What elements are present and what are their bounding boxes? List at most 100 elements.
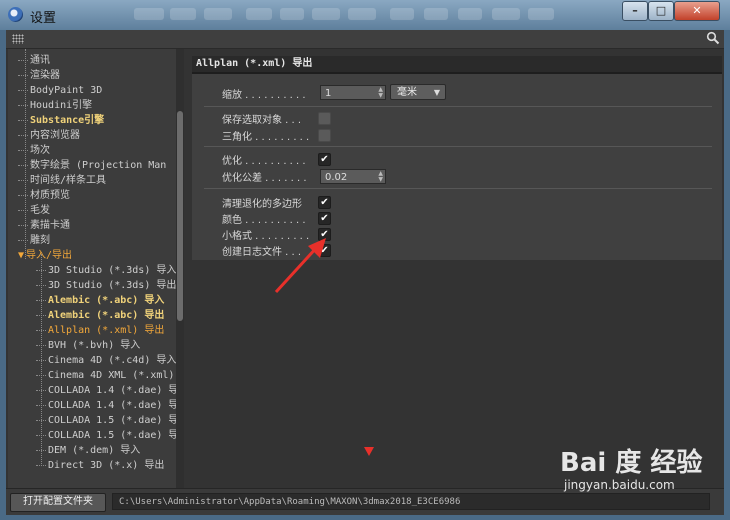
search-icon[interactable] [706, 31, 720, 45]
tolerance-value: 0.02 [325, 172, 348, 183]
tree-item-label: COLLADA 1.4 (*.dae) 导出 [48, 400, 184, 411]
tree-item[interactable]: 场次 [18, 143, 184, 158]
blurred-menu-item [204, 8, 232, 20]
baidu-logo: Bai 度 经验 [560, 448, 703, 478]
title-bar: 设置 – □ ✕ [0, 0, 730, 30]
tree-item-label: COLLADA 1.5 (*.dae) 导入 [48, 415, 184, 426]
window-title: 设置 [30, 11, 57, 26]
tree-item[interactable]: 渲染器 [18, 68, 184, 83]
clean-polys-label: 清理退化的多边形 [222, 199, 302, 210]
tree-item[interactable]: 内容浏览器 [18, 128, 184, 143]
tree-item[interactable]: Substance引擎 [18, 113, 184, 128]
blurred-menu-item [280, 8, 304, 20]
tree-item[interactable]: COLLADA 1.4 (*.dae) 导入 [36, 383, 184, 398]
triangulate-checkbox[interactable] [318, 129, 331, 142]
checkmark-icon: ✔ [320, 154, 329, 165]
tree-item[interactable]: 毛发 [18, 203, 184, 218]
watermark-url: jingyan.baidu.com [564, 478, 675, 492]
tree-branch-line [18, 188, 28, 196]
tree-item[interactable]: 3D Studio (*.3ds) 导入 [36, 263, 184, 278]
divider [204, 106, 712, 107]
tree-item-label: Allplan (*.xml) 导出 [48, 325, 165, 336]
tree-item-label: Direct 3D (*.x) 导出 [48, 460, 165, 471]
unit-value: 毫米 [397, 87, 417, 98]
tree-item[interactable]: Alembic (*.abc) 导出 [36, 308, 184, 323]
clean-polys-checkbox[interactable]: ✔ [318, 196, 331, 209]
tree-item[interactable]: ▼ 导入/导出 [18, 248, 184, 263]
tree-item[interactable]: 素描卡通 [18, 218, 184, 233]
maximize-button[interactable]: □ [648, 1, 674, 21]
toolbar [6, 30, 724, 49]
blurred-menu-item [528, 8, 554, 20]
tree-branch-line [36, 458, 46, 466]
tree-item-label: Alembic (*.abc) 导入 [48, 295, 165, 306]
tree-item[interactable]: Cinema 4D (*.c4d) 导入 [36, 353, 184, 368]
tree-item-label: Houdini引擎 [30, 100, 93, 111]
keep-selection-checkbox[interactable] [318, 112, 331, 125]
divider [204, 188, 712, 189]
tree-item-label: Cinema 4D XML (*.xml) 导入 [48, 370, 184, 381]
tree-branch-line [18, 68, 28, 76]
tree-item[interactable]: COLLADA 1.5 (*.dae) 导出 [36, 428, 184, 443]
scale-input[interactable]: 1 ▲ ▼ [320, 85, 386, 100]
checkmark-icon: ✔ [320, 213, 329, 224]
tree-branch-line [36, 308, 46, 316]
keep-selection-label: 保存选取对象 . . . [222, 115, 302, 126]
blurred-menu-item [348, 8, 376, 20]
tree-item[interactable]: DEM (*.dem) 导入 [36, 443, 184, 458]
tree-branch-line [36, 368, 46, 376]
expand-arrow-icon[interactable]: ▼ [18, 250, 24, 261]
tree-branch-line [36, 413, 46, 421]
close-button[interactable]: ✕ [674, 1, 720, 21]
tree-branch-line [36, 428, 46, 436]
tree-branch-line [36, 293, 46, 301]
open-config-folder-button[interactable]: 打开配置文件夹 [10, 493, 106, 512]
tree-item[interactable]: BVH (*.bvh) 导入 [36, 338, 184, 353]
spinner-icon[interactable]: ▲ ▼ [378, 171, 383, 183]
tree-branch-line [36, 353, 46, 361]
tree-item-label: 导入/导出 [26, 250, 73, 261]
tree-item[interactable]: 数字绘景 (Projection Man [18, 158, 184, 173]
tree-item[interactable]: 材质预览 [18, 188, 184, 203]
tree-item[interactable]: COLLADA 1.4 (*.dae) 导出 [36, 398, 184, 413]
blurred-menu-item [492, 8, 520, 20]
tree-item[interactable]: 雕刻 [18, 233, 184, 248]
pane-header: Allplan (*.xml) 导出 [192, 56, 722, 74]
divider [204, 146, 712, 147]
tree-item-label: 毛发 [30, 205, 50, 216]
tree-item-label: 内容浏览器 [30, 130, 80, 141]
triangulate-label: 三角化 . . . . . . . . . [222, 132, 310, 143]
tree-vertical-scrollbar[interactable] [176, 49, 184, 489]
spinner-icon[interactable]: ▲ ▼ [378, 87, 383, 99]
scale-value: 1 [325, 88, 332, 99]
tree-item[interactable]: 时间线/样条工具 [18, 173, 184, 188]
tree-item[interactable]: Cinema 4D XML (*.xml) 导入 [36, 368, 184, 383]
tree-item[interactable]: BodyPaint 3D [18, 83, 184, 98]
scrollbar-thumb[interactable] [177, 111, 183, 321]
tree-item[interactable]: COLLADA 1.5 (*.dae) 导入 [36, 413, 184, 428]
tree-item[interactable]: Direct 3D (*.x) 导出 [36, 458, 184, 473]
tree-branch-line [18, 173, 28, 181]
tolerance-input[interactable]: 0.02 ▲ ▼ [320, 169, 386, 184]
grip-icon[interactable] [12, 34, 24, 44]
blurred-menu-item [390, 8, 414, 20]
tree-branch-line [36, 338, 46, 346]
tree-branch-line [18, 203, 28, 211]
tree-item-label: 渲染器 [30, 70, 60, 81]
tree-item-label: 3D Studio (*.3ds) 导出 [48, 280, 177, 291]
tree-item[interactable]: Houdini引擎 [18, 98, 184, 113]
color-checkbox[interactable]: ✔ [318, 212, 331, 225]
optimize-label: 优化 . . . . . . . . . . [222, 156, 306, 167]
tree-item[interactable]: Alembic (*.abc) 导入 [36, 293, 184, 308]
tree-item-label: 雕刻 [30, 235, 50, 246]
tree-item[interactable]: 通讯 [18, 53, 184, 68]
tree-item[interactable]: Allplan (*.xml) 导出 [36, 323, 184, 338]
optimize-checkbox[interactable]: ✔ [318, 153, 331, 166]
minimize-button[interactable]: – [622, 1, 648, 21]
cursor-marker-icon [364, 447, 374, 456]
blurred-menu-item [170, 8, 196, 20]
tree-item[interactable]: 3D Studio (*.3ds) 导出 [36, 278, 184, 293]
checkmark-icon: ✔ [320, 197, 329, 208]
unit-dropdown[interactable]: 毫米 ▼ [390, 84, 446, 100]
tree-branch-line [18, 53, 28, 61]
